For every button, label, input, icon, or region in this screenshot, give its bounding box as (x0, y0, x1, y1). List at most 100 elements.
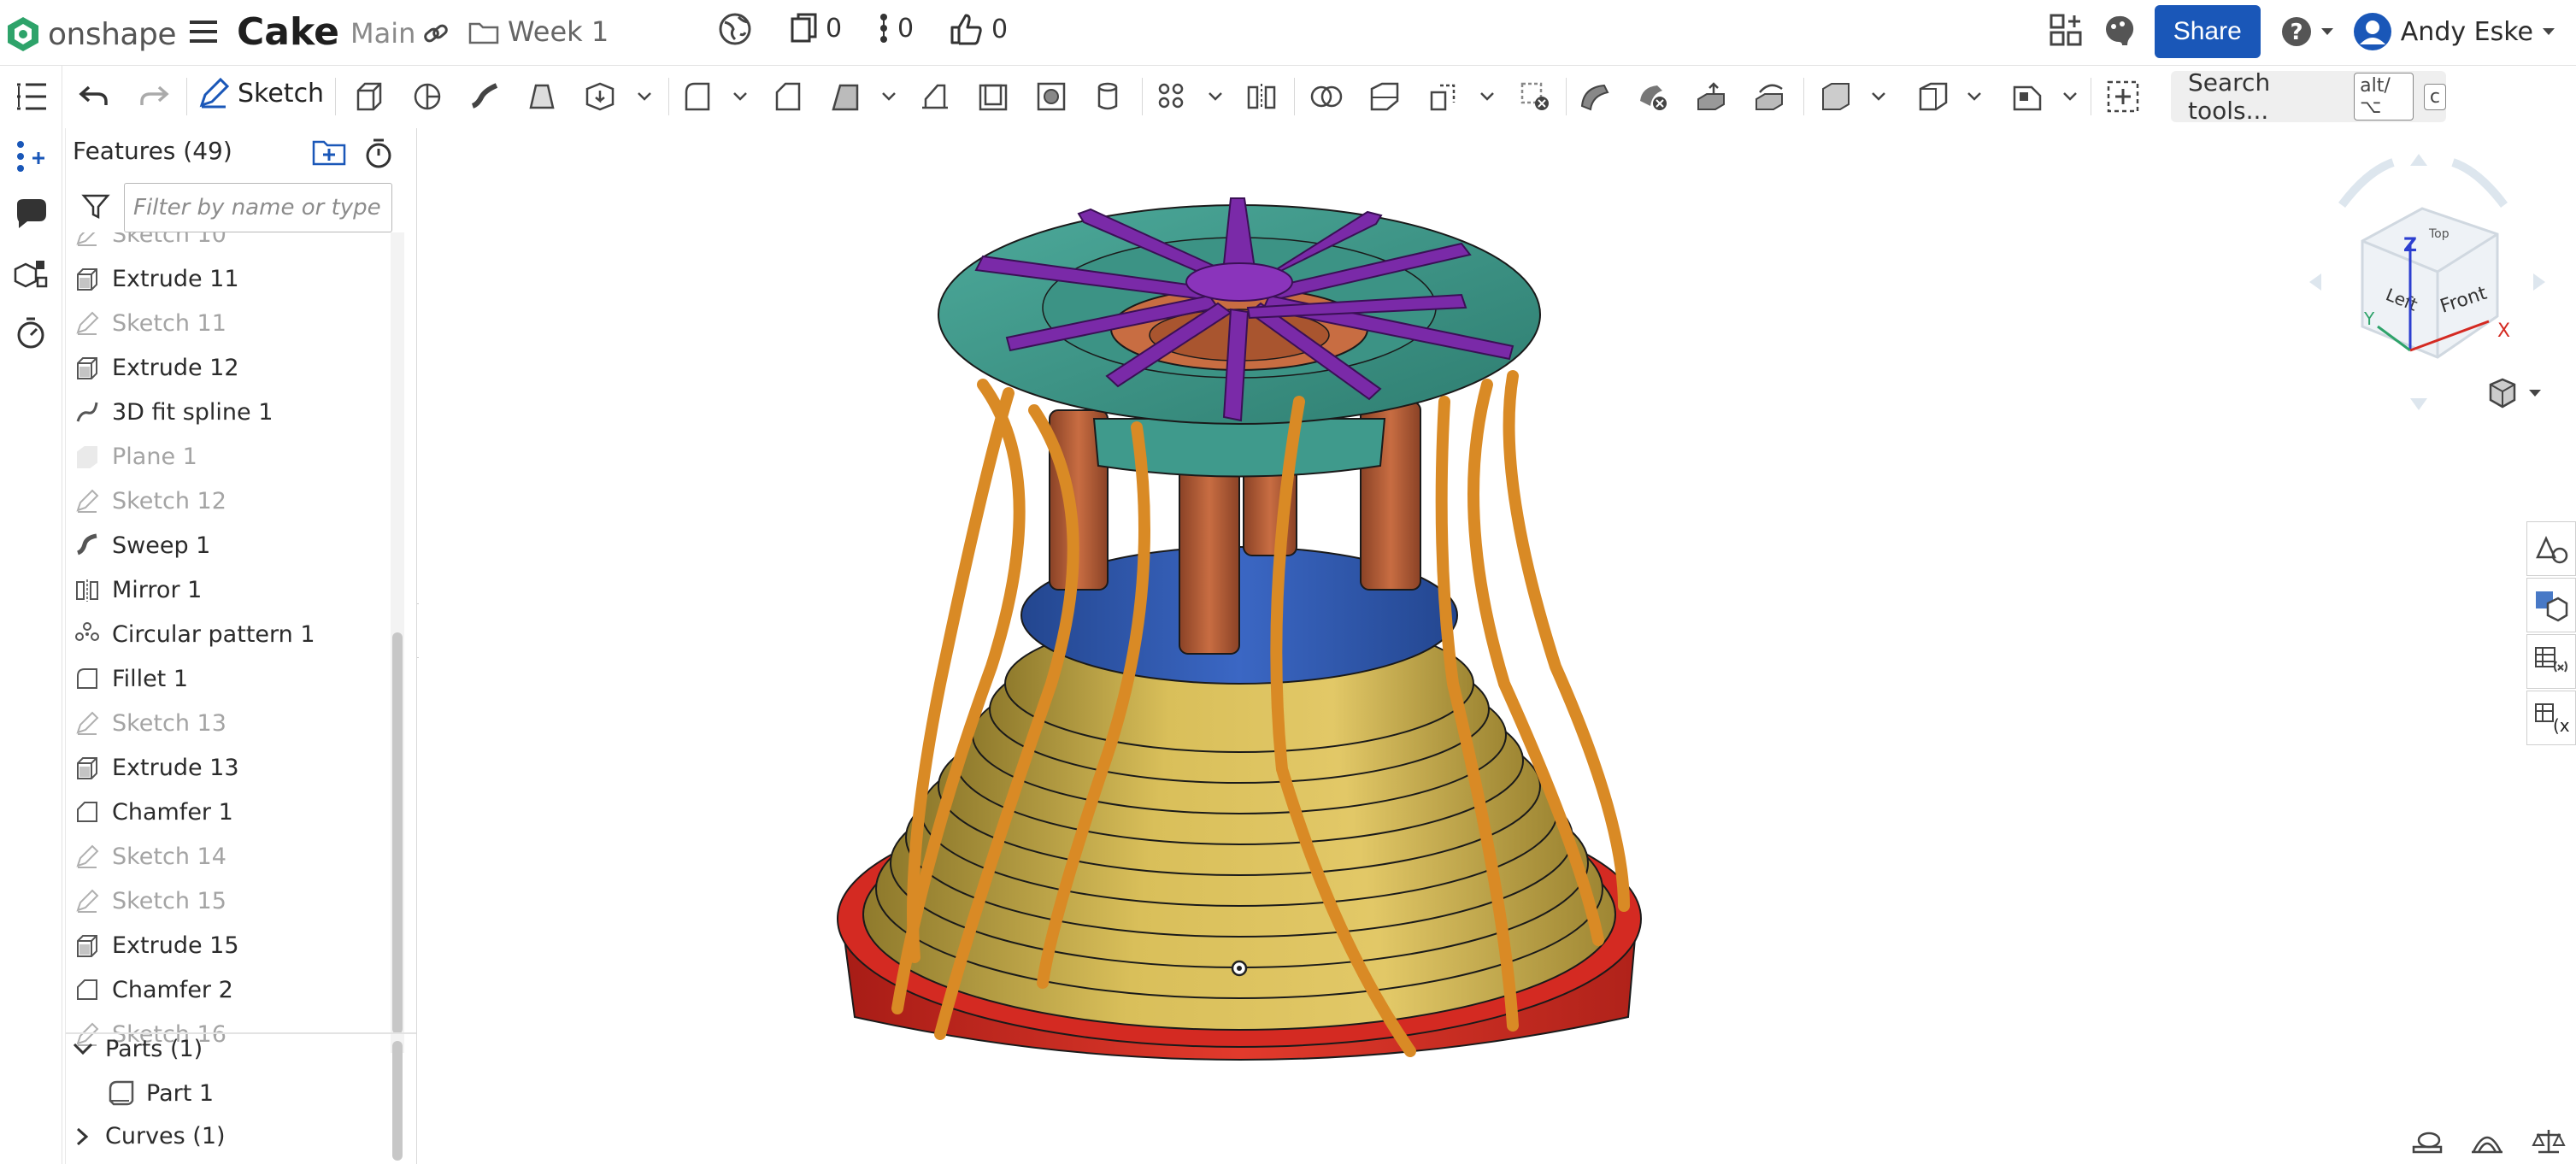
variables-icon[interactable] (12, 138, 50, 175)
feature-item[interactable]: Sketch 12 (74, 479, 226, 523)
rotate-arrow-icon[interactable] (2338, 158, 2508, 209)
feature-item[interactable]: Sweep 1 (74, 523, 210, 567)
rib-icon[interactable] (916, 78, 954, 115)
feature-item[interactable]: Chamfer 2 (74, 967, 233, 1012)
thicken-icon[interactable] (581, 78, 619, 115)
appearance-panel-button[interactable] (2526, 521, 2576, 576)
rotate-up-icon[interactable] (2410, 154, 2427, 166)
feature-item[interactable]: Extrude 15 (74, 923, 239, 967)
feature-item[interactable]: Extrude 12 (74, 345, 239, 390)
rebuild-timer-icon[interactable] (363, 137, 394, 173)
mirror-icon[interactable] (1243, 78, 1280, 115)
add-folder-icon[interactable] (312, 137, 346, 173)
measure-icon[interactable] (2410, 1126, 2444, 1155)
branch-name[interactable]: Main (350, 17, 415, 50)
variable-studio-button[interactable] (2526, 634, 2576, 689)
undo-icon[interactable] (75, 78, 113, 115)
mass-properties-icon[interactable] (2532, 1126, 2566, 1155)
plane-icon[interactable] (1817, 78, 1855, 115)
split-icon[interactable] (1366, 78, 1403, 115)
feature-list-scrollbar[interactable] (392, 632, 403, 1034)
link-icon[interactable] (421, 19, 450, 51)
feature-list-icon[interactable] (12, 78, 50, 115)
filter-input[interactable] (124, 183, 392, 232)
feature-item[interactable]: Plane 1 (74, 434, 197, 479)
transform-icon[interactable] (1426, 78, 1463, 115)
onshape-logo[interactable]: onshape (5, 15, 176, 53)
measure-panel-button[interactable]: (x) (2526, 691, 2576, 745)
delete-part-icon[interactable] (1516, 78, 1554, 115)
draft-icon[interactable] (827, 78, 865, 115)
search-tools-input[interactable]: Search tools... alt/⌥ c (2171, 68, 2446, 125)
feature-item[interactable]: Sketch 11 (74, 301, 226, 345)
feature-item[interactable]: Sketch 13 (74, 701, 226, 745)
cube-face-top[interactable]: Top (2428, 227, 2450, 241)
chevron-down-icon[interactable] (1870, 88, 1887, 105)
section-view-icon[interactable] (2470, 1126, 2504, 1155)
chamfer-icon[interactable] (769, 78, 807, 115)
likes-count[interactable]: 0 (949, 12, 1008, 46)
feature-item[interactable]: Sketch 14 (74, 834, 226, 879)
feature-item[interactable]: Chamfer 1 (74, 790, 233, 834)
hole-icon[interactable] (1032, 78, 1070, 115)
chevron-down-icon[interactable] (1207, 88, 1224, 105)
redo-icon[interactable] (135, 78, 173, 115)
feature-item[interactable]: 3D fit spline 1 (74, 390, 273, 434)
globe-icon[interactable] (718, 12, 752, 50)
modify-fillet-icon[interactable] (1576, 78, 1614, 115)
document-name[interactable]: Cake (237, 10, 339, 54)
rotate-down-icon[interactable] (2410, 398, 2427, 410)
parts-library-icon[interactable] (12, 256, 50, 293)
versions-count[interactable]: 0 (790, 12, 842, 44)
fillet-icon[interactable] (679, 78, 716, 115)
parts-list-scrollbar[interactable] (392, 1041, 403, 1161)
chevron-down-icon[interactable] (880, 88, 897, 105)
feature-item[interactable]: Sketch 15 (74, 879, 226, 923)
graphics-viewport[interactable] (419, 128, 2530, 1164)
learning-center-icon[interactable] (2102, 13, 2136, 50)
menu-icon[interactable] (190, 19, 217, 44)
folder-breadcrumb[interactable]: Week 1 (468, 15, 609, 48)
parts-group[interactable]: Parts (1) (71, 1036, 203, 1062)
feature-item[interactable]: Extrude 13 (74, 745, 239, 790)
branches-count[interactable]: 0 (877, 12, 914, 44)
feature-item[interactable]: Extrude 11 (74, 256, 239, 301)
help-menu[interactable]: ? (2279, 15, 2334, 49)
delete-face-icon[interactable] (1634, 78, 1672, 115)
pattern-icon[interactable] (1154, 78, 1191, 115)
curves-group[interactable]: Curves (1) (71, 1123, 226, 1149)
feature-item[interactable]: Sketch 10 (74, 232, 226, 256)
rotate-left-icon[interactable] (2309, 273, 2321, 291)
chevron-down-icon[interactable] (732, 88, 749, 105)
feature-item[interactable]: Circular pattern 1 (74, 612, 315, 656)
move-face-icon[interactable] (1692, 78, 1730, 115)
loft-icon[interactable] (523, 78, 561, 115)
feature-item[interactable]: Mirror 1 (74, 567, 202, 612)
filter-icon[interactable] (81, 191, 110, 224)
rotate-right-icon[interactable] (2533, 273, 2545, 291)
share-button[interactable]: Share (2154, 5, 2261, 58)
app-store-icon[interactable] (2049, 13, 2083, 50)
sketch-button[interactable]: Sketch (198, 78, 324, 109)
replace-face-icon[interactable] (1750, 78, 1788, 115)
chevron-down-icon[interactable] (2061, 88, 2079, 105)
sweep-icon[interactable] (467, 78, 504, 115)
chevron-down-icon[interactable] (636, 88, 653, 105)
revolve-icon[interactable] (409, 78, 446, 115)
mate-connector-icon[interactable] (1914, 78, 1952, 115)
rollback-timer-icon[interactable] (12, 314, 50, 351)
configurations-panel-button[interactable] (2526, 578, 2576, 632)
part-item[interactable]: Part 1 (107, 1079, 214, 1108)
user-menu[interactable]: Andy Eske (2353, 12, 2555, 51)
cake-3d-model[interactable] (419, 128, 2530, 1164)
view-options-menu[interactable] (2485, 376, 2542, 410)
cylinder-icon[interactable] (1089, 78, 1126, 115)
sheet-metal-icon[interactable] (2008, 78, 2046, 115)
feature-item[interactable]: Fillet 1 (74, 656, 188, 701)
chevron-down-icon[interactable] (1479, 88, 1496, 105)
shell-icon[interactable] (974, 78, 1012, 115)
chevron-down-icon[interactable] (1966, 88, 1983, 105)
comments-icon[interactable] (12, 196, 50, 233)
add-custom-feature-icon[interactable] (2104, 78, 2142, 115)
extrude-icon[interactable] (350, 78, 388, 115)
